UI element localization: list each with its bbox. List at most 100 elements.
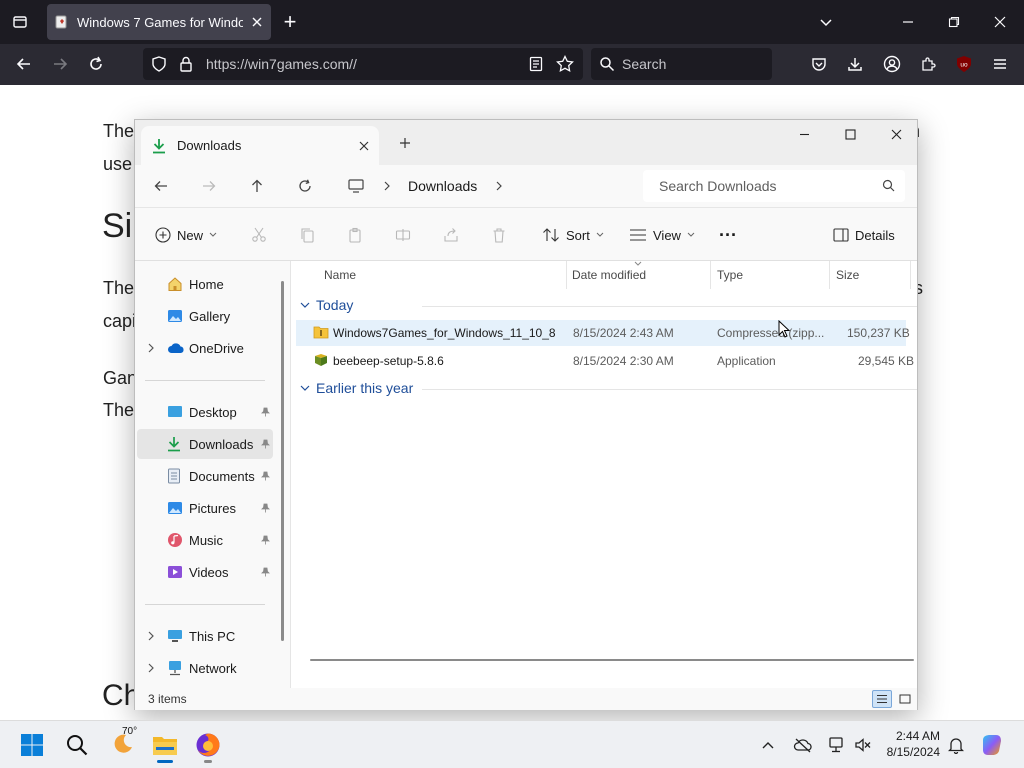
- column-header-type[interactable]: Type: [717, 268, 743, 282]
- column-header-name[interactable]: Name: [324, 268, 356, 282]
- rename-button[interactable]: [395, 221, 411, 249]
- back-icon[interactable]: [8, 48, 40, 80]
- restore-icon[interactable]: [938, 6, 970, 38]
- weather-widget[interactable]: 70°: [104, 726, 140, 763]
- onedrive-offline-icon[interactable]: [788, 727, 818, 763]
- details-view-icon[interactable]: [872, 690, 892, 708]
- forward-icon[interactable]: [195, 172, 223, 200]
- new-tab-icon[interactable]: [391, 129, 419, 157]
- close-window-icon[interactable]: [882, 120, 910, 148]
- pocket-icon[interactable]: [803, 48, 835, 80]
- sidebar-item-downloads[interactable]: Downloads: [137, 429, 273, 459]
- system-clock[interactable]: 2:44 AM 8/15/2024: [884, 728, 940, 760]
- browser-search-bar[interactable]: Search: [591, 48, 772, 80]
- reload-icon[interactable]: [80, 48, 112, 80]
- sort-button[interactable]: Sort: [542, 221, 604, 249]
- breadcrumb-downloads[interactable]: Downloads: [408, 178, 477, 194]
- sidebar-item-desktop[interactable]: Desktop: [137, 397, 273, 427]
- lock-icon[interactable]: [179, 56, 193, 72]
- volume-muted-icon[interactable]: [848, 727, 878, 763]
- account-icon[interactable]: [876, 48, 908, 80]
- notification-bell-icon[interactable]: [940, 727, 972, 763]
- pin-icon[interactable]: [261, 503, 270, 513]
- chevron-right-icon[interactable]: [373, 172, 401, 200]
- tab-list-icon[interactable]: [4, 6, 36, 38]
- tiles-view-icon[interactable]: [895, 690, 915, 708]
- taskbar-file-explorer[interactable]: [147, 727, 183, 763]
- new-button[interactable]: New: [155, 221, 217, 249]
- sidebar-item-music[interactable]: Music: [137, 525, 273, 555]
- close-window-icon[interactable]: [984, 6, 1016, 38]
- group-label: Today: [316, 297, 354, 313]
- minimize-icon[interactable]: [790, 120, 818, 148]
- chevron-right-icon[interactable]: [147, 663, 155, 673]
- close-tab-icon[interactable]: [359, 141, 369, 151]
- paste-button[interactable]: [347, 221, 363, 249]
- sidebar-item-documents[interactable]: Documents: [137, 461, 273, 491]
- share-button[interactable]: [443, 221, 459, 249]
- reader-view-icon[interactable]: [529, 56, 543, 72]
- hamburger-menu-icon[interactable]: [984, 48, 1016, 80]
- column-header-size[interactable]: Size: [836, 268, 859, 282]
- column-separator[interactable]: [710, 261, 711, 289]
- group-header-today[interactable]: Today: [300, 297, 353, 313]
- file-row[interactable]: Windows7Games_for_Windows_11_10_8 8/15/2…: [296, 320, 910, 346]
- pin-icon[interactable]: [261, 567, 270, 577]
- ublock-origin-icon[interactable]: uo: [948, 48, 980, 80]
- copy-button[interactable]: [299, 221, 315, 249]
- up-icon[interactable]: [243, 172, 271, 200]
- group-header-earlier[interactable]: Earlier this year: [300, 380, 413, 396]
- back-icon[interactable]: [147, 172, 175, 200]
- bookmark-star-icon[interactable]: [556, 55, 574, 73]
- refresh-icon[interactable]: [291, 172, 319, 200]
- chevron-right-icon[interactable]: [147, 343, 155, 353]
- close-tab-icon[interactable]: [251, 16, 263, 28]
- forward-icon[interactable]: [44, 48, 76, 80]
- column-separator[interactable]: [566, 261, 567, 289]
- taskbar-firefox[interactable]: [190, 727, 226, 763]
- sidebar-item-videos[interactable]: Videos: [137, 557, 273, 587]
- pin-icon[interactable]: [261, 471, 270, 481]
- shield-icon[interactable]: [151, 56, 167, 72]
- minimize-icon[interactable]: [892, 6, 924, 38]
- taskbar-search-button[interactable]: [59, 727, 95, 763]
- column-header-date[interactable]: Date modified: [572, 268, 646, 282]
- pin-icon[interactable]: [261, 407, 270, 417]
- copilot-icon[interactable]: [975, 727, 1009, 763]
- horizontal-scrollbar[interactable]: [310, 659, 914, 661]
- file-row[interactable]: beebeep-setup-5.8.6 8/15/2024 2:30 AM Ap…: [296, 348, 914, 374]
- url-text[interactable]: https://win7games.com//: [206, 56, 357, 72]
- pin-icon[interactable]: [261, 535, 270, 545]
- sidebar-scrollbar[interactable]: [281, 281, 284, 641]
- details-pane-button[interactable]: Details: [833, 221, 895, 249]
- downloads-icon[interactable]: [839, 48, 871, 80]
- explorer-tab[interactable]: Downloads: [141, 126, 379, 165]
- extensions-icon[interactable]: [912, 48, 944, 80]
- explorer-search-box[interactable]: Search Downloads: [643, 170, 905, 202]
- sidebar-item-pictures[interactable]: Pictures: [137, 493, 273, 523]
- sidebar-item-this-pc[interactable]: This PC: [137, 621, 273, 651]
- pin-icon[interactable]: [261, 439, 270, 449]
- view-button[interactable]: View: [629, 221, 695, 249]
- url-bar[interactable]: https://win7games.com//: [143, 48, 583, 80]
- list-all-tabs-icon[interactable]: [810, 6, 842, 38]
- start-button[interactable]: [14, 727, 50, 763]
- delete-button[interactable]: [491, 221, 507, 249]
- maximize-icon[interactable]: [836, 120, 864, 148]
- browser-tab[interactable]: Windows 7 Games for Window: [47, 4, 271, 40]
- monitor-icon[interactable]: [342, 172, 370, 200]
- new-tab-button[interactable]: +: [274, 6, 306, 38]
- chevron-right-icon[interactable]: [147, 631, 155, 641]
- show-hidden-icons-chevron-up-icon[interactable]: [754, 727, 782, 763]
- more-options-button[interactable]: ···: [719, 221, 737, 249]
- column-separator[interactable]: [829, 261, 830, 289]
- sidebar-item-gallery[interactable]: Gallery: [137, 301, 273, 331]
- file-date: 8/15/2024 2:30 AM: [573, 354, 674, 368]
- sidebar-item-home[interactable]: Home: [137, 269, 273, 299]
- chevron-down-icon: [209, 232, 217, 238]
- sidebar-item-onedrive[interactable]: OneDrive: [137, 333, 273, 363]
- cut-button[interactable]: [251, 221, 267, 249]
- column-separator[interactable]: [910, 261, 911, 289]
- sidebar-item-network[interactable]: Network: [137, 653, 273, 683]
- chevron-right-icon[interactable]: [485, 172, 513, 200]
